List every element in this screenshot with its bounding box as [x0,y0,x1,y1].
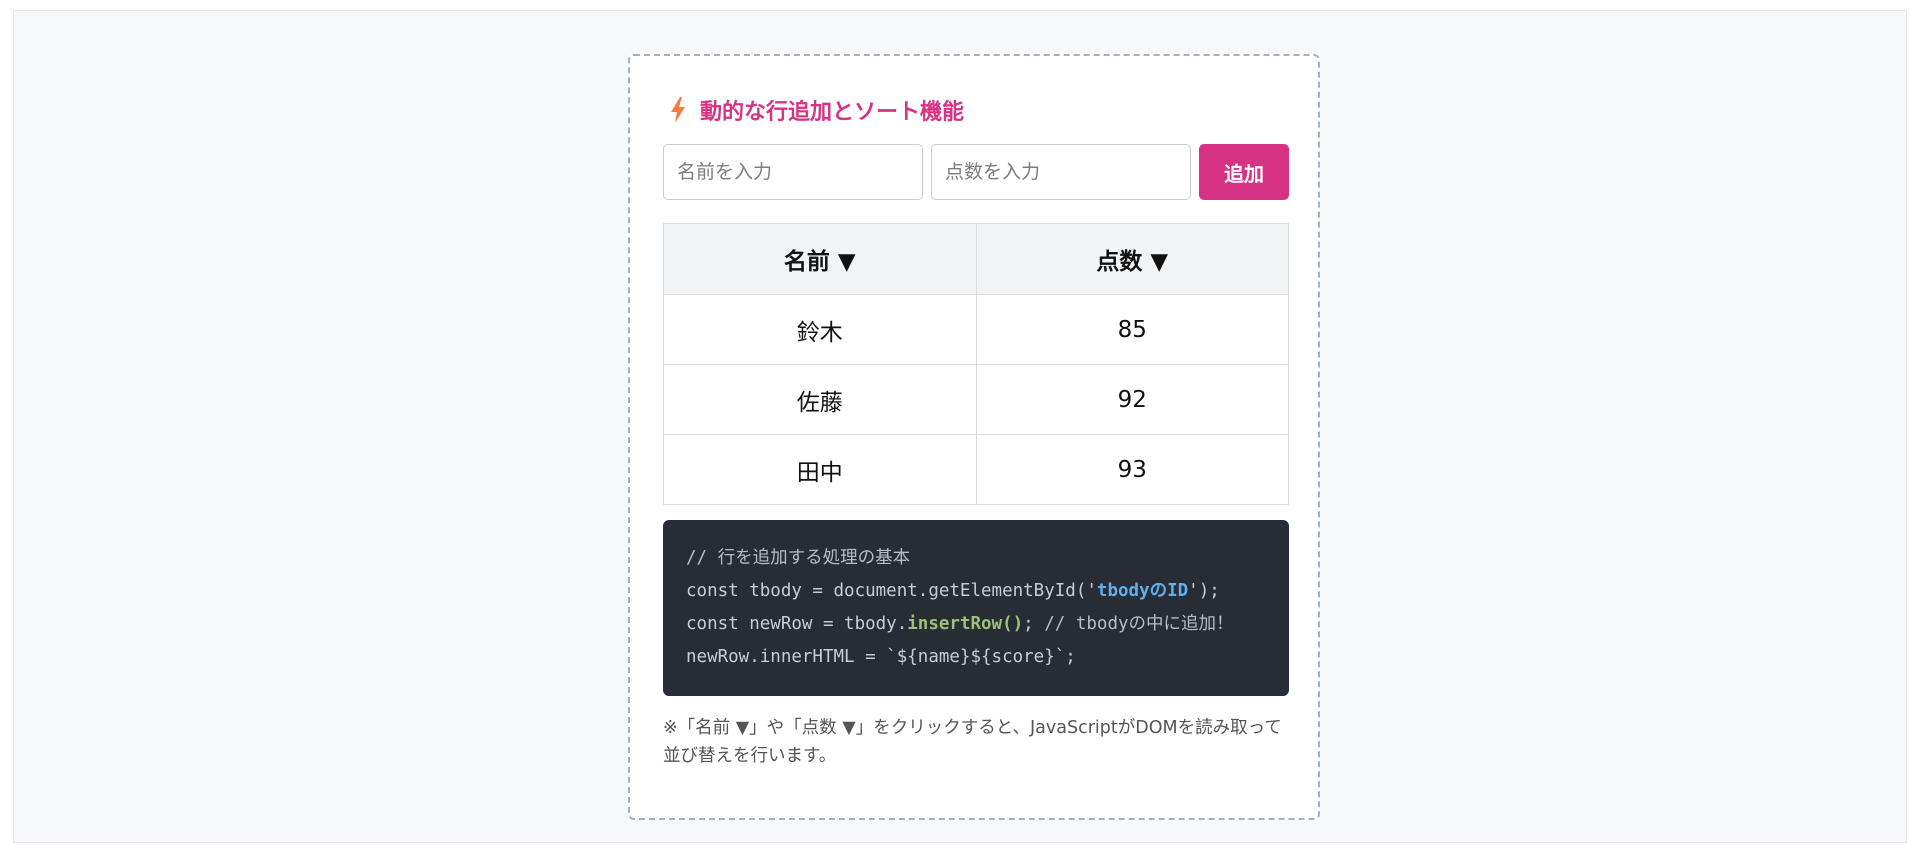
sort-by-score-header[interactable]: 点数 ▼ [975,223,1289,295]
code-line-2-prefix: const tbody = document.getElementById(' [686,581,1097,601]
code-line-3-prefix: const newRow = tbody. [686,614,908,634]
code-line-3-mid: ; [1023,614,1045,634]
name-input[interactable] [663,144,923,200]
help-note: ※「名前 ▼」や「点数 ▼」をクリックすると、JavaScriptがDOMを読み… [663,718,1282,766]
sort-by-name-header[interactable]: 名前 ▼ [663,223,977,295]
code-line-4: newRow.innerHTML = `${name}${score}`; [686,647,1076,667]
card-title: 動的な行追加とソート機能 [670,90,964,130]
score-cell: 93 [975,434,1289,505]
name-cell: 佐藤 [663,364,977,435]
card-title-text: 動的な行追加とソート機能 [700,100,965,125]
code-line-3-comment: // tbodyの中に追加！ [1044,614,1234,634]
demo-card: 動的な行追加とソート機能 追加 名前 ▼ 点数 ▼ 鈴木 85 佐藤 92 [628,54,1320,820]
table-header-row: 名前 ▼ 点数 ▼ [663,223,1289,295]
table-row: 鈴木 85 [663,294,1289,365]
score-table: 名前 ▼ 点数 ▼ 鈴木 85 佐藤 92 田中 93 [663,223,1289,505]
lightning-bolt-icon [671,97,685,123]
code-line-3-function: insertRow() [907,614,1024,634]
code-line-1: // 行を追加する処理の基本 [686,548,911,568]
score-input[interactable] [931,144,1191,200]
table-row: 田中 93 [663,434,1289,505]
code-block: // 行を追加する処理の基本 const tbody = document.ge… [663,520,1289,696]
name-cell: 田中 [663,434,977,505]
table-row: 佐藤 92 [663,364,1289,435]
code-line-2-suffix: '); [1188,581,1220,601]
name-cell: 鈴木 [663,294,977,365]
score-cell: 85 [975,294,1289,365]
page-background: 動的な行追加とソート機能 追加 名前 ▼ 点数 ▼ 鈴木 85 佐藤 92 [13,10,1907,843]
code-line-2-string: tbodyのID [1096,581,1189,601]
score-cell: 92 [975,364,1289,435]
add-button[interactable]: 追加 [1199,144,1289,200]
table-body: 鈴木 85 佐藤 92 田中 93 [663,294,1289,505]
